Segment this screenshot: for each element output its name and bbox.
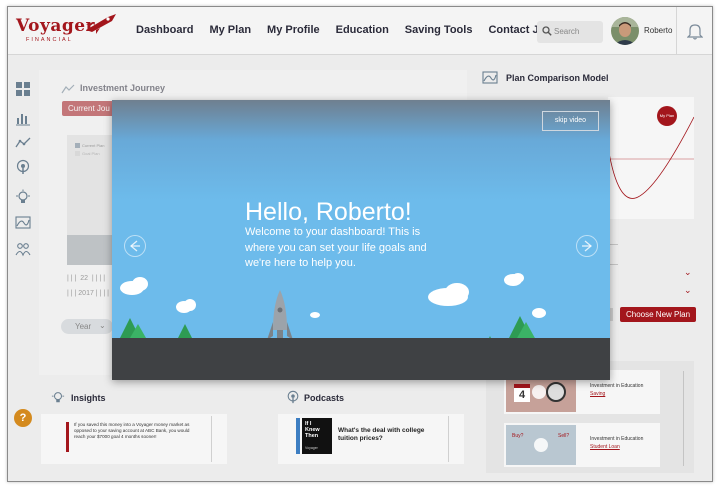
arrow-right-icon <box>582 240 593 252</box>
thumb-sell-label: Sell? <box>558 433 570 439</box>
podcast-cover-brand: Voyager <box>305 446 318 450</box>
plan-comparison-title: Plan Comparison Model <box>506 73 609 83</box>
nav-my-profile[interactable]: My Profile <box>267 24 320 36</box>
insights-card: Insights If you saved this money into a … <box>39 384 229 470</box>
podcast-cover-title: If I Knew Then <box>305 421 320 439</box>
chevron-down-icon: ⌄ <box>99 321 106 330</box>
my-plan-badge[interactable]: My Plan <box>657 106 677 126</box>
podcast-accent-bar <box>296 418 300 454</box>
insight-item[interactable]: If you saved this money into a Voyager m… <box>41 414 227 464</box>
plan-model-icon[interactable] <box>15 215 31 231</box>
prev-slide-button[interactable] <box>124 235 146 257</box>
education-heading: Investment in Education <box>590 436 644 442</box>
education-link-saving[interactable]: Saving <box>590 391 605 397</box>
next-slide-button[interactable] <box>576 235 598 257</box>
chevron-down-icon[interactable]: ⌄ <box>684 267 692 278</box>
lightbulb-icon[interactable] <box>15 189 31 205</box>
trend-icon[interactable] <box>15 135 31 151</box>
podcast-episode-title: What's the deal with college tuition pri… <box>338 427 425 442</box>
year-dropdown-label: Year <box>75 322 92 331</box>
education-link-student-loan[interactable]: Student Loan <box>590 444 620 450</box>
education-item-student-loan[interactable]: Buy? Sell? Investment in Education Stude… <box>504 423 660 467</box>
insight-scrollbar[interactable] <box>211 416 212 462</box>
timeline-row-age: | | | 22 | | | | <box>67 275 106 282</box>
nav-saving-tools[interactable]: Saving Tools <box>405 24 473 36</box>
insight-text: If you saved this money into a Voyager m… <box>74 422 190 439</box>
choose-new-plan-button[interactable]: Choose New Plan <box>620 307 697 322</box>
plan-model-icon <box>482 71 498 84</box>
investment-journey-title: Investment Journey <box>80 83 166 93</box>
legend-current-plan: Current Plan <box>82 143 105 148</box>
podcast-cover: If I Knew Then Voyager <box>302 418 332 454</box>
bell-icon[interactable] <box>687 22 703 40</box>
legend-goal-plan: Goal Plan <box>82 151 100 156</box>
logo-tagline: FINANCIAL <box>26 37 73 43</box>
education-scrollbar[interactable] <box>683 371 684 466</box>
podcasts-title: Podcasts <box>304 393 345 403</box>
year-dropdown[interactable]: Year ⌄ <box>61 319 113 334</box>
podcast-icon[interactable] <box>15 159 31 175</box>
podcasts-card: Podcasts If I Knew Then Voyager What's t… <box>276 384 466 470</box>
plan-curve <box>607 116 695 199</box>
education-thumb-student-loan: Buy? Sell? <box>506 425 576 465</box>
app-window: Voyager FINANCIAL Dashboard My Plan My P… <box>7 6 713 482</box>
nav-education[interactable]: Education <box>336 24 389 36</box>
lightbulb-icon <box>51 392 65 403</box>
user-name: Roberto <box>644 26 673 35</box>
trend-icon <box>61 84 75 94</box>
modal-ground <box>112 338 610 380</box>
play-icon[interactable] <box>534 438 548 452</box>
calendar-icon: 4 <box>514 384 530 402</box>
journey-chart-fill <box>67 235 115 265</box>
legend-swatch-goal <box>75 151 80 156</box>
header-divider <box>676 7 677 55</box>
timeline-row-year: | | | 2017 | | | | <box>67 290 109 297</box>
nav-dashboard[interactable]: Dashboard <box>136 24 193 36</box>
podcast-icon <box>287 390 299 404</box>
avatar-image <box>611 17 639 45</box>
journey-chart-area: Current Plan Goal Plan <box>67 135 115 265</box>
bar-chart-icon[interactable] <box>15 110 31 126</box>
play-icon[interactable] <box>532 385 546 399</box>
cloud-icon <box>120 273 546 318</box>
clock-icon <box>546 382 566 402</box>
skip-video-button[interactable]: skip video <box>542 111 599 131</box>
calendar-day: 4 <box>518 389 526 401</box>
legend-swatch-current <box>75 143 80 148</box>
dashboard-icon[interactable] <box>15 81 31 97</box>
search-input[interactable]: Search <box>537 21 603 43</box>
podcast-item[interactable]: If I Knew Then Voyager What's the deal w… <box>278 414 464 464</box>
main-nav: Dashboard My Plan My Profile Education S… <box>136 24 575 36</box>
search-icon <box>542 26 552 36</box>
voyager-logo[interactable]: Voyager FINANCIAL <box>16 14 116 43</box>
modal-greeting: Hello, Roberto! <box>245 198 412 226</box>
insights-title: Insights <box>71 393 106 403</box>
people-icon[interactable] <box>15 241 31 257</box>
thumb-buy-label: Buy? <box>512 433 524 439</box>
avatar[interactable] <box>611 17 639 45</box>
current-journey-button[interactable]: Current Jou <box>62 101 114 116</box>
plan-comparison-chart: My Plan <box>607 97 695 219</box>
insight-accent-bar <box>66 422 69 452</box>
top-header: Voyager FINANCIAL Dashboard My Plan My P… <box>8 7 712 55</box>
modal-welcome-text: Welcome to your dashboard! This is where… <box>245 226 427 269</box>
search-placeholder: Search <box>554 27 580 36</box>
chevron-down-icon[interactable]: ⌄ <box>684 285 692 296</box>
nav-my-plan[interactable]: My Plan <box>209 24 251 36</box>
left-sidebar: ? <box>8 55 38 481</box>
arrow-left-icon <box>129 240 140 252</box>
education-heading: Investment in Education <box>590 383 644 389</box>
podcast-scrollbar[interactable] <box>448 416 449 462</box>
welcome-video-modal[interactable]: skip video Hello, Roberto! Welcome to yo… <box>112 100 610 380</box>
help-button[interactable]: ? <box>14 409 32 427</box>
rocket-logo-icon <box>86 14 116 34</box>
